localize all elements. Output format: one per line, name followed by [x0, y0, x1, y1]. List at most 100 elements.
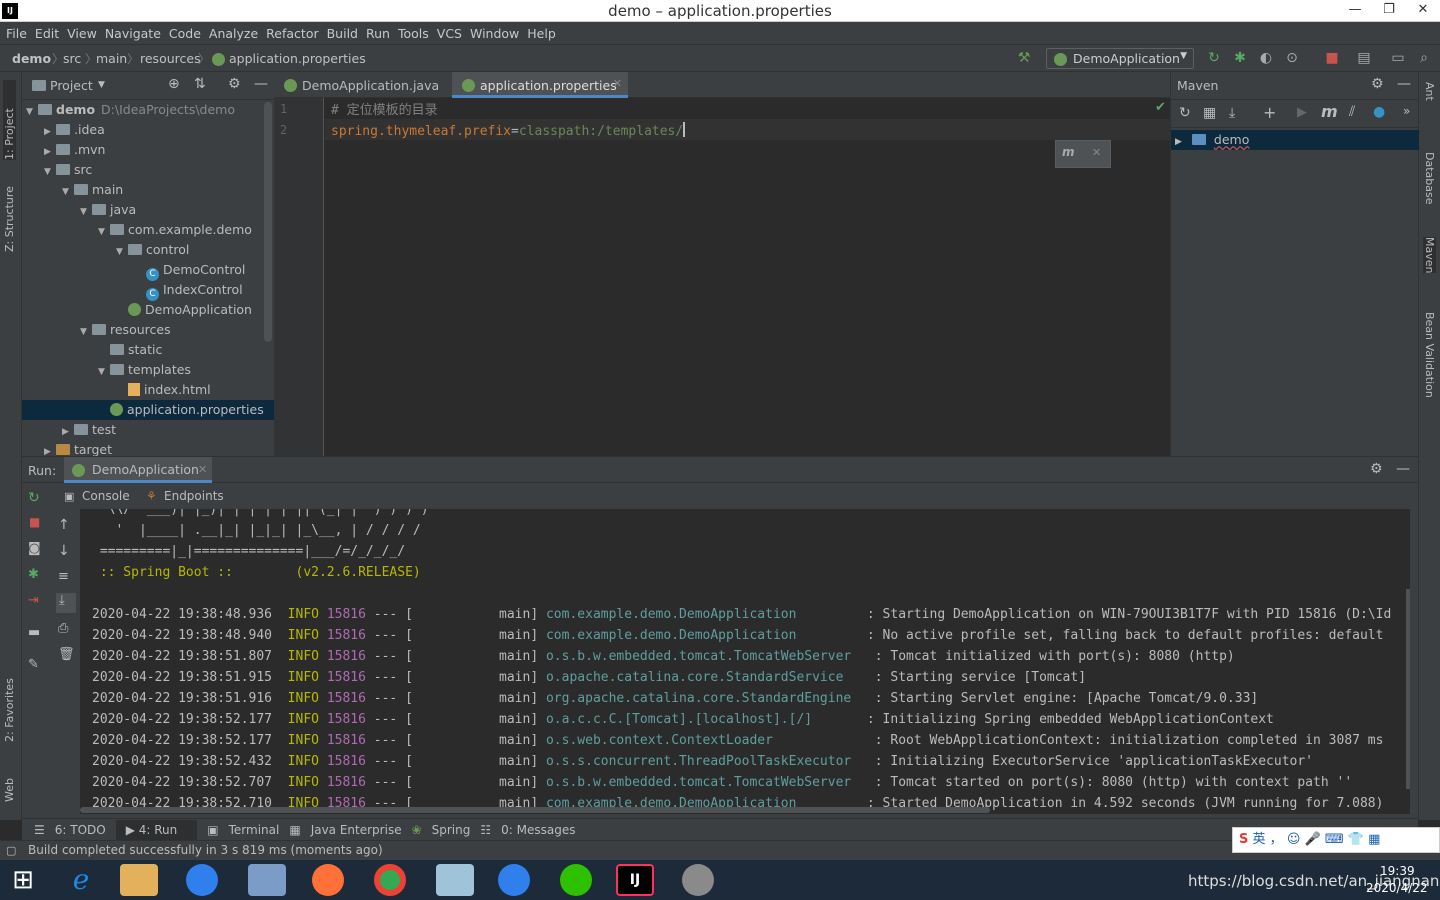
coverage-icon[interactable]: ◐	[1258, 50, 1274, 66]
chevron-right-icon[interactable]: ▶	[44, 142, 56, 162]
menu-edit[interactable]: Edit	[33, 26, 65, 41]
menu-window[interactable]: Window	[468, 26, 525, 41]
tab-run[interactable]: ▶ 4: Run	[116, 820, 198, 840]
debug-icon[interactable]: ✱	[28, 567, 39, 582]
tab-application-properties[interactable]: application.properties ✕	[452, 72, 628, 98]
down-arrow-icon[interactable]: ↓	[58, 543, 70, 559]
close-button[interactable]: ✕	[1406, 0, 1440, 22]
clock-date[interactable]: 2020/4/22	[1366, 881, 1428, 895]
log-message[interactable]: : Starting DemoApplication on WIN-79OUI3…	[867, 607, 1391, 622]
tree-item[interactable]: ▼main	[22, 180, 274, 200]
menu-code[interactable]: Code	[167, 26, 207, 41]
breadcrumb-main[interactable]: main	[96, 51, 127, 66]
tree-item[interactable]: application.properties	[22, 400, 274, 420]
tool-favorites[interactable]: 2: Favorites	[3, 662, 16, 742]
skip-tests-icon[interactable]: ●	[1373, 104, 1385, 120]
intellij-taskbar-icon[interactable]: IJ	[616, 864, 654, 896]
tree-item[interactable]: ▼templates	[22, 360, 274, 380]
notepad-icon[interactable]	[436, 864, 474, 896]
chevron-down-icon[interactable]: ▼	[44, 162, 56, 182]
tab-terminal[interactable]: Terminal	[229, 823, 290, 837]
chevron-down-icon[interactable]: ▼	[98, 362, 110, 382]
maven-goal-icon[interactable]: m	[1321, 102, 1338, 121]
run-configuration-select[interactable]: DemoApplication ▼	[1046, 48, 1194, 69]
layout-icon[interactable]: ▭	[1390, 50, 1406, 66]
status-text[interactable]: Build completed successfully in 3 s 819 …	[28, 843, 383, 857]
ime-toolbar[interactable]: S 英 ， ☺ 🎤 ⌨ 👕 ▦	[1232, 827, 1440, 853]
add-icon[interactable]: +	[1263, 103, 1276, 122]
tab-endpoints[interactable]: Endpoints	[164, 489, 224, 503]
tree-item[interactable]: ▶test	[22, 420, 274, 440]
tree-scrollbar[interactable]	[264, 102, 272, 342]
chevron-down-icon[interactable]: ▼	[98, 222, 110, 242]
chevron-down-icon[interactable]: ▼	[80, 202, 92, 222]
close-icon[interactable]: ✕	[198, 463, 207, 476]
tab-messages[interactable]: 0: Messages	[501, 823, 585, 837]
project-panel-title[interactable]: Project	[50, 78, 93, 93]
breadcrumb-demo[interactable]: demo	[12, 51, 51, 66]
menu-navigate[interactable]: Navigate	[103, 26, 167, 41]
build-hammer-icon[interactable]: ⚒	[1016, 50, 1032, 66]
tool-database[interactable]: Database	[1423, 152, 1436, 205]
restore-button[interactable]: ❐	[1372, 0, 1406, 22]
tab-demoapplication-java[interactable]: DemoApplication.java	[274, 72, 450, 98]
chevron-right-icon[interactable]: ▶	[62, 422, 74, 442]
mic-icon[interactable]: 🎤	[1305, 832, 1321, 847]
menu-help[interactable]: Help	[525, 26, 562, 41]
firefox-icon[interactable]	[312, 864, 344, 896]
app-taskbar-icon[interactable]	[682, 864, 714, 896]
console-hscrollbar[interactable]	[80, 807, 990, 813]
menu-build[interactable]: Build	[325, 26, 364, 41]
tree-item[interactable]: static	[22, 340, 274, 360]
chevron-down-icon[interactable]: ▼	[62, 182, 74, 202]
scroll-to-end-icon[interactable]: ⤓	[56, 593, 76, 613]
ie-icon[interactable]: ℯ	[62, 864, 100, 896]
chevron-down-icon[interactable]: ▼	[98, 80, 105, 90]
locate-icon[interactable]: ⊕	[168, 76, 180, 92]
console-vscrollbar[interactable]	[1406, 589, 1410, 789]
breadcrumb-resources[interactable]: resources	[140, 51, 201, 66]
tab-spring[interactable]: Spring	[432, 823, 481, 837]
tree-item[interactable]: ▶.idea	[22, 120, 274, 140]
soft-wrap-icon[interactable]: ≡	[58, 569, 69, 584]
tool-web[interactable]: Web	[3, 762, 16, 802]
tool-maven[interactable]: Maven	[1423, 237, 1436, 273]
exit-icon[interactable]: ⇥	[28, 593, 39, 608]
baidu-netdisk-icon[interactable]	[186, 864, 218, 896]
more-icon[interactable]: »	[1403, 104, 1410, 118]
menu-run[interactable]: Run	[364, 26, 396, 41]
file-explorer-icon[interactable]	[120, 864, 158, 896]
menu-vcs[interactable]: VCS	[435, 26, 468, 41]
clock-time[interactable]: 19:39	[1380, 864, 1415, 878]
chrome-icon[interactable]	[374, 864, 406, 896]
collapse-icon[interactable]: ⇅	[194, 76, 206, 92]
wechat-icon[interactable]	[560, 864, 592, 896]
tool-project[interactable]: 1: Project	[3, 80, 16, 160]
hide-icon[interactable]: —	[1397, 76, 1411, 92]
chevron-right-icon[interactable]: ▶	[44, 122, 56, 142]
toggle-offline-icon[interactable]: ⫽	[1349, 104, 1355, 120]
windows-start-icon[interactable]: ⊞	[4, 864, 42, 896]
tree-item[interactable]: ▼src	[22, 160, 274, 180]
debug-icon[interactable]: ✱	[1232, 50, 1248, 66]
edge-icon[interactable]	[498, 864, 530, 896]
run-tab-demoapplication[interactable]: DemoApplication ✕	[64, 457, 212, 483]
ime-language[interactable]: 英	[1253, 832, 1266, 847]
camera-icon[interactable]: ◙	[28, 541, 41, 556]
close-icon[interactable]: ✕	[1092, 146, 1101, 159]
breadcrumb-file[interactable]: application.properties	[229, 51, 366, 66]
tab-todo[interactable]: 6: TODO	[55, 823, 116, 837]
rerun-icon[interactable]: ↻	[28, 490, 40, 506]
keyboard-icon[interactable]: ⌨	[1325, 832, 1344, 847]
console-output[interactable]: \\/ ___)| |_)| | | | | || (_| | ) ) ) ) …	[80, 509, 1410, 814]
stop-icon[interactable]: ■	[1324, 50, 1340, 66]
up-arrow-icon[interactable]: ↑	[58, 517, 70, 533]
tree-item[interactable]: CDemoControl	[22, 260, 274, 280]
breadcrumb-src[interactable]: src	[63, 51, 81, 66]
tree-item[interactable]: DemoApplication	[22, 300, 274, 320]
pin-icon[interactable]: ✎	[28, 657, 39, 672]
project-structure-icon[interactable]: ▤	[1356, 50, 1372, 66]
minimize-button[interactable]: —	[1338, 0, 1372, 22]
print-icon[interactable]: ⎙	[58, 621, 68, 636]
tab-java-enterprise[interactable]: Java Enterprise	[311, 823, 412, 837]
